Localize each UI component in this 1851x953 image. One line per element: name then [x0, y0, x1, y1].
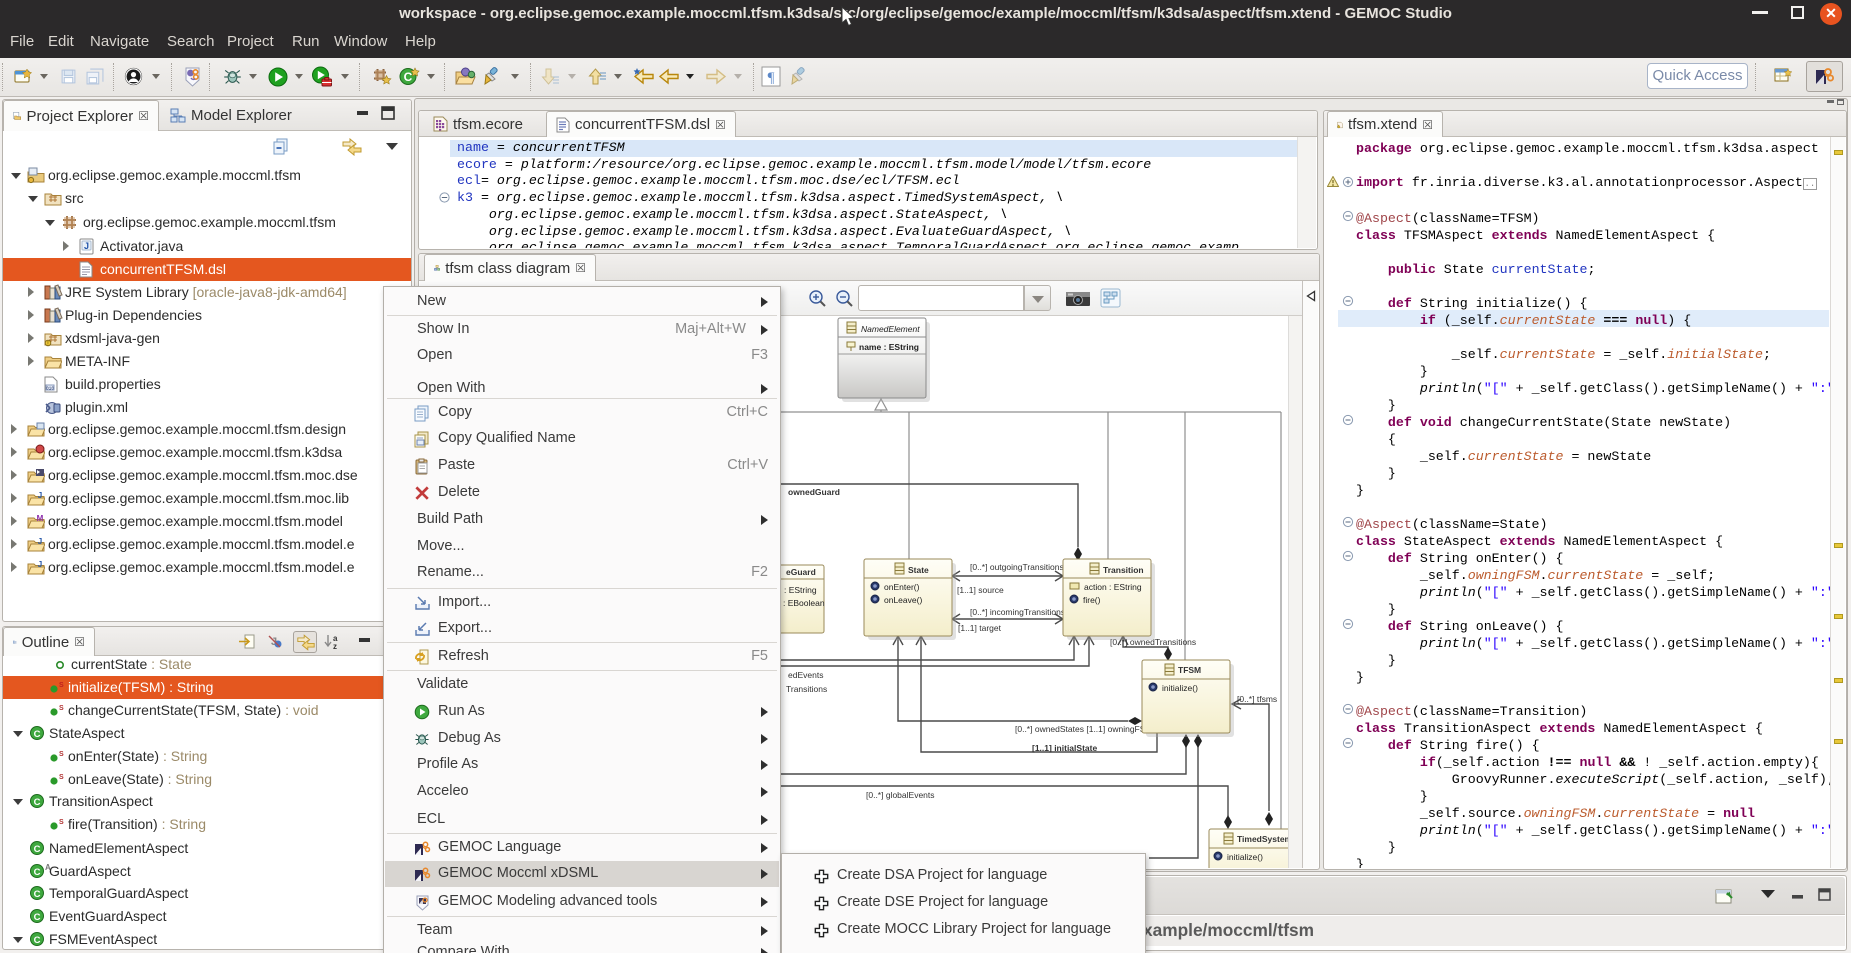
svg-text:initialize(): initialize()	[1227, 852, 1263, 862]
svg-text:[1..1] initialState: [1..1] initialState	[1032, 743, 1097, 753]
svg-text:[1..1] source: [1..1] source	[957, 585, 1004, 595]
svg-text:010: 010	[46, 386, 54, 392]
svg-text:[0..*] outgoingTransitions: [0..*] outgoingTransitions	[970, 562, 1064, 572]
svg-text:[0..*] globalEvents: [0..*] globalEvents	[866, 790, 935, 800]
svg-text:TimedSystem: TimedSystem	[1237, 834, 1293, 844]
svg-text:name : EString: name : EString	[859, 342, 919, 352]
svg-text:S: S	[59, 819, 64, 826]
svg-text:M: M	[37, 514, 44, 523]
svg-text:S: S	[59, 682, 64, 689]
svg-text:NamedElement: NamedElement	[861, 324, 920, 334]
svg-text:J: J	[38, 560, 42, 569]
svg-text:action : EString: action : EString	[1084, 582, 1142, 592]
svg-text:onLeave(): onLeave()	[884, 595, 922, 605]
svg-text:C: C	[34, 935, 41, 946]
svg-text:ownedGuard: ownedGuard	[788, 487, 840, 497]
svg-text:S: S	[59, 774, 64, 781]
svg-text:Transitions: Transitions	[786, 684, 827, 694]
svg-text:C: C	[404, 70, 413, 84]
svg-text:¶: ¶	[768, 70, 775, 86]
svg-text:: EString: : EString	[784, 585, 817, 595]
svg-text:[0..*] tfsms: [0..*] tfsms	[1237, 694, 1277, 704]
svg-text:[0..*] incomingTransitions: [0..*] incomingTransitions	[970, 607, 1065, 617]
svg-text:z: z	[333, 642, 337, 650]
svg-text:S: S	[59, 705, 64, 712]
svg-text:fire(): fire()	[1083, 595, 1101, 605]
svg-text:[1..1] target: [1..1] target	[958, 623, 1002, 633]
svg-text:C: C	[34, 797, 41, 808]
svg-text:J: J	[38, 491, 42, 500]
svg-text:TFSM: TFSM	[1178, 665, 1201, 675]
svg-text:C: C	[34, 867, 41, 878]
svg-text:C: C	[34, 844, 41, 855]
svg-text:J: J	[38, 537, 42, 546]
svg-text:edEvents: edEvents	[788, 670, 823, 680]
svg-text:C: C	[34, 729, 41, 740]
svg-text:C: C	[34, 889, 41, 900]
svg-text:S: S	[59, 751, 64, 758]
svg-text:initialize(): initialize()	[1162, 683, 1198, 693]
svg-text:eGuard: eGuard	[786, 567, 816, 577]
svg-text:onEnter(): onEnter()	[884, 582, 920, 592]
svg-text:J: J	[84, 241, 89, 251]
svg-text:State: State	[908, 565, 929, 575]
svg-text:: EBoolean: : EBoolean	[783, 598, 825, 608]
svg-text:[0..*] ownedStates [1..1] owni: [0..*] ownedStates [1..1] owningFSM	[1015, 724, 1153, 734]
svg-text:Transition: Transition	[1103, 565, 1144, 575]
svg-text:C: C	[34, 912, 41, 923]
